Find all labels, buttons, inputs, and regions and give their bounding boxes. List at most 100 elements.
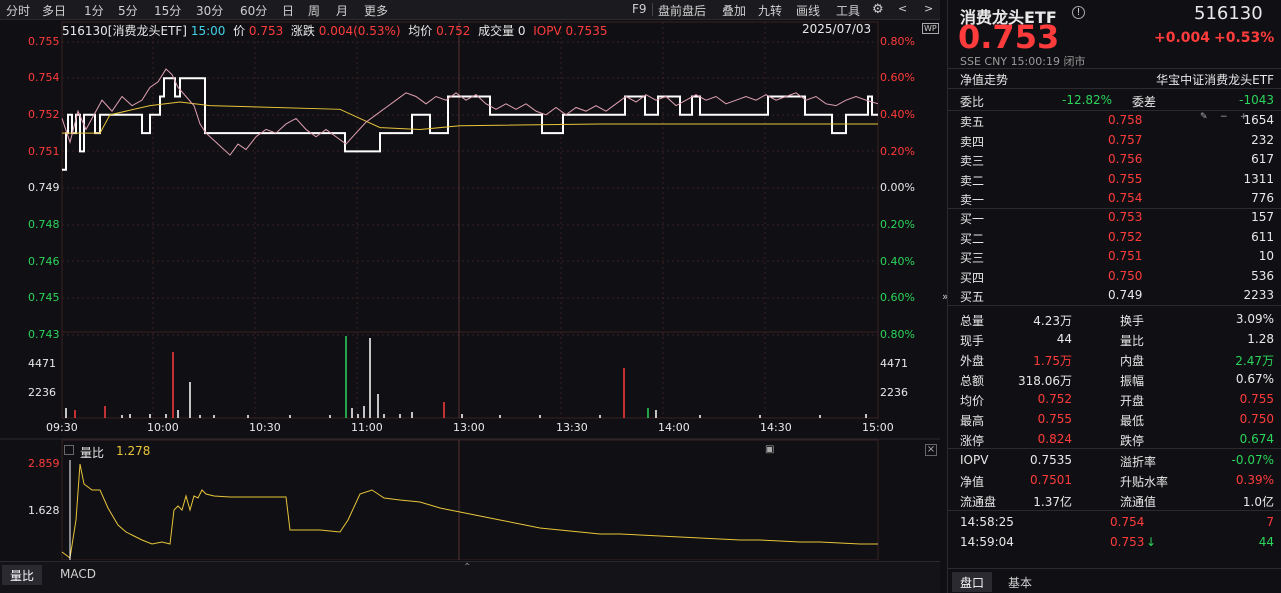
- overlay-button[interactable]: 叠加: [722, 2, 746, 19]
- ask-volume: 617: [1251, 152, 1274, 166]
- stat-label: 外盘: [960, 354, 985, 368]
- time-tick: 15:00: [862, 421, 894, 434]
- f9-button[interactable]: F9: [632, 2, 647, 16]
- nav-trend-row[interactable]: 净值走势 华宝中证消费龙头ETF: [948, 68, 1281, 88]
- bid-row[interactable]: 买一 0.753 157: [948, 207, 1281, 227]
- tab-month[interactable]: 月: [336, 2, 348, 19]
- ask-price: 0.758: [1108, 113, 1143, 127]
- expand-icon[interactable]: ⌃: [463, 562, 471, 573]
- nav-trend-label[interactable]: 净值走势: [960, 71, 1008, 88]
- pct-tick: 0.60%: [880, 291, 915, 304]
- sub-tick: 2.859: [28, 457, 60, 470]
- tab-macd[interactable]: MACD: [52, 565, 104, 585]
- price-tick: 0.754: [28, 71, 60, 84]
- ask-row[interactable]: 卖三 0.756 617: [948, 149, 1281, 169]
- plus-icon[interactable]: +: [1240, 112, 1248, 122]
- time-tick: 10:30: [249, 421, 281, 434]
- tab-30min[interactable]: 30分: [196, 2, 223, 19]
- price-tick: 0.752: [28, 108, 60, 121]
- tab-orderbook[interactable]: 盘口: [952, 572, 993, 592]
- chart-canvas[interactable]: [0, 20, 940, 560]
- prepost-button[interactable]: 盘前盘后: [658, 2, 706, 19]
- ask-label: 卖三: [960, 154, 985, 168]
- stat-label: 现手: [960, 334, 985, 348]
- tab-day[interactable]: 日: [282, 2, 294, 19]
- stat-value: 0.750: [1239, 412, 1274, 426]
- sub-chart-value: 1.278: [116, 444, 151, 458]
- stat-label: 最高: [960, 414, 985, 428]
- gear-icon[interactable]: ⚙: [872, 2, 884, 17]
- chevron-left-icon[interactable]: <: [898, 2, 907, 15]
- price-change: +0.004: [1154, 30, 1211, 46]
- time-tick: 13:00: [453, 421, 485, 434]
- quote-time: 15:00:19: [1010, 55, 1060, 68]
- tab-volume-ratio[interactable]: 量比: [2, 565, 43, 585]
- tab-more[interactable]: 更多: [364, 2, 388, 19]
- bid-row[interactable]: 买四 0.750 536: [948, 266, 1281, 286]
- chart-price: 0.753: [248, 24, 284, 38]
- bid-row[interactable]: 买二 0.752 611: [948, 227, 1281, 247]
- stat-value: 4.23万: [1033, 314, 1072, 328]
- close-icon[interactable]: ×: [925, 444, 937, 456]
- ask-row[interactable]: 卖五 0.758 1654: [948, 110, 1281, 130]
- ask-row[interactable]: 卖一 0.754 776: [948, 188, 1281, 208]
- stat-value: 0.39%: [1235, 473, 1274, 487]
- bid-label: 买二: [960, 231, 985, 246]
- pct-tick: 0.20%: [880, 218, 915, 231]
- tab-intraday[interactable]: 分时: [6, 2, 30, 19]
- stat-value: -0.07%: [1231, 453, 1274, 467]
- bid-row[interactable]: 买三 0.751 10: [948, 246, 1281, 266]
- currency: CNY: [984, 55, 1008, 68]
- weibi-label: 委比: [960, 95, 985, 109]
- market-meta: SSE CNY 15:00:19 闭市: [960, 53, 1085, 69]
- ask-row[interactable]: 卖四 0.757 232: [948, 130, 1281, 150]
- chevron-right-icon[interactable]: >: [924, 2, 933, 15]
- tick-volume: 44: [1258, 535, 1274, 549]
- intraday-chart[interactable]: 516130[消费龙头ETF] 15:00 价 0.753 涨跌 0.004(0…: [0, 20, 940, 560]
- weibi-value: -12.82%: [1062, 93, 1113, 107]
- stat-value: 0.755: [1037, 412, 1072, 426]
- tab-multiday[interactable]: 多日: [42, 2, 66, 19]
- tab-basic[interactable]: 基本: [1000, 572, 1040, 592]
- nine-turn-button[interactable]: 九转: [758, 2, 782, 19]
- sub-settings-icon[interactable]: ▣: [765, 444, 774, 455]
- security-code: 516130: [1194, 3, 1263, 24]
- tab-15min[interactable]: 15分: [154, 2, 181, 19]
- ask-label: 卖一: [960, 193, 985, 207]
- tools-button[interactable]: 工具: [836, 2, 860, 19]
- time-tick: 09:30: [46, 421, 78, 434]
- period-toolbar: 分时 多日 1分 5分 15分 30分 60分 日 周 月 更多 F9 盘前盘后…: [0, 0, 940, 20]
- ask-volume: 232: [1251, 132, 1274, 147]
- tracked-index: 华宝中证消费龙头ETF: [1156, 73, 1274, 87]
- tab-week[interactable]: 周: [308, 2, 320, 19]
- minus-icon[interactable]: −: [1220, 112, 1228, 122]
- bid-row[interactable]: 买五 0.749 2233: [948, 285, 1281, 305]
- stat-value: 0.7501: [1030, 473, 1072, 487]
- pct-tick: 0.80%: [880, 35, 915, 48]
- tick-row: 14:58:25 0.754 7: [948, 512, 1281, 532]
- ask-label: 卖二: [960, 173, 985, 188]
- ask-row[interactable]: 卖二 0.755 1311: [948, 169, 1281, 189]
- ask-price: 0.754: [1108, 191, 1143, 205]
- tab-5min[interactable]: 5分: [118, 2, 138, 19]
- weibi-row: 委比 -12.82% 委差 -1043: [948, 90, 1281, 110]
- stat-label: 内盘: [1120, 354, 1145, 368]
- info-icon[interactable]: !: [1072, 6, 1085, 19]
- tick-volume: 7: [1266, 515, 1274, 529]
- time-tick: 13:30: [556, 421, 588, 434]
- indicator-tabs: 量比 MACD ⌃: [0, 561, 940, 593]
- change-label: 涨跌: [290, 24, 315, 38]
- bid-price: 0.753: [1108, 210, 1143, 224]
- pencil-icon[interactable]: ✎: [1200, 112, 1208, 122]
- tab-60min[interactable]: 60分: [240, 2, 267, 19]
- tab-1min[interactable]: 1分: [84, 2, 104, 19]
- time-tick: 14:30: [760, 421, 792, 434]
- pct-tick: 0.80%: [880, 328, 915, 341]
- chart-change: 0.004(0.53%): [318, 24, 401, 38]
- ask-label: 卖五: [960, 115, 985, 129]
- stat-label: 跌停: [1120, 434, 1145, 448]
- draw-line-button[interactable]: 画线: [796, 2, 820, 19]
- wp-badge[interactable]: WP: [922, 23, 939, 34]
- avg-label: 均价: [408, 24, 433, 38]
- main-chart-frame: [61, 21, 879, 419]
